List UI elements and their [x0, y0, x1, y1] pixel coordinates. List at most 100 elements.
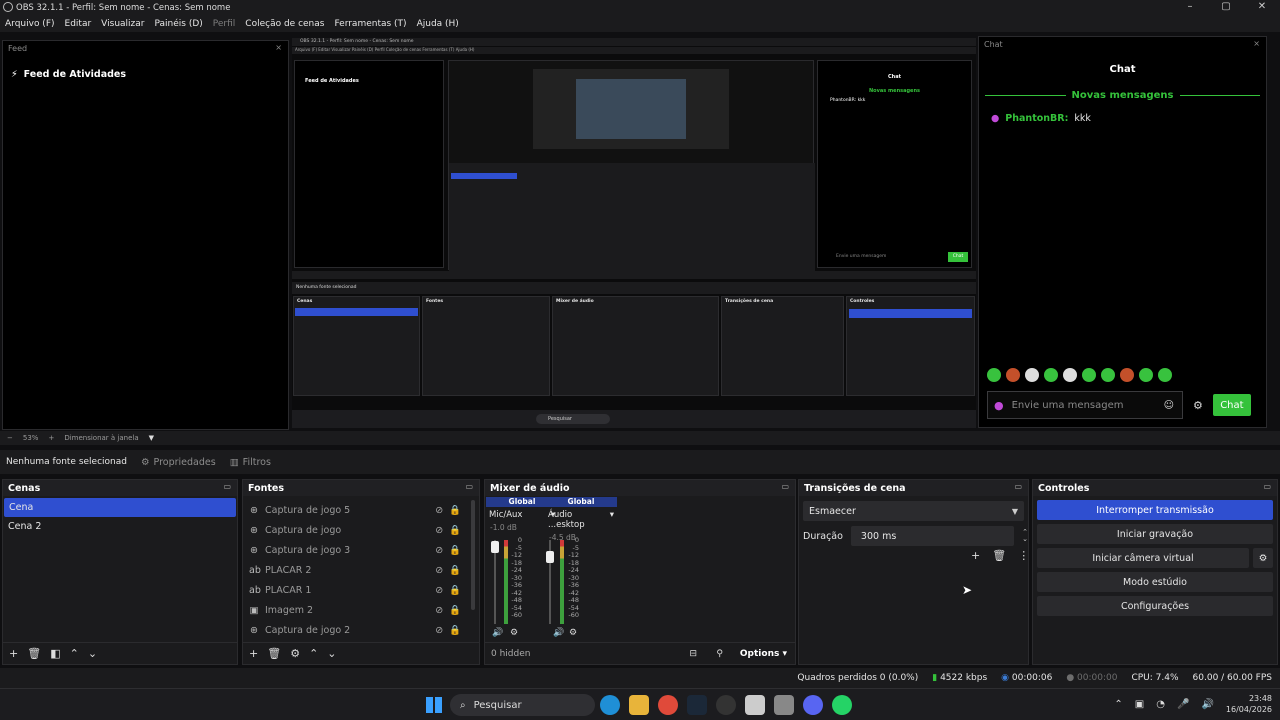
windows-start-icon[interactable]: [426, 697, 442, 713]
close-icon[interactable]: ×: [1253, 39, 1260, 48]
chevron-down-icon[interactable]: ⌄: [88, 647, 97, 660]
mic-icon[interactable]: 🎤: [1177, 699, 1189, 710]
channel-name-row[interactable]: Áudio ...esktop ▾: [545, 507, 617, 530]
duration-input[interactable]: 300 ms: [850, 526, 1015, 546]
lock-icon[interactable]: 🔒: [449, 625, 461, 636]
steam-icon[interactable]: [687, 695, 707, 715]
minimize-icon[interactable]: –: [1172, 0, 1208, 14]
speaker-icon[interactable]: 🔊: [492, 628, 503, 638]
emote-icon[interactable]: [1101, 368, 1115, 382]
close-icon[interactable]: ×: [275, 43, 282, 52]
emote-icon[interactable]: [1082, 368, 1096, 382]
gear-icon[interactable]: ⚙: [1253, 548, 1273, 568]
scene-item[interactable]: Cena 2: [3, 517, 237, 536]
settings-button[interactable]: Configurações: [1037, 596, 1273, 616]
source-item[interactable]: ⊛ Captura de jogo 3 ⊘ 🔒: [243, 540, 479, 560]
discord-icon[interactable]: [803, 695, 823, 715]
menu-tools[interactable]: Ferramentas (T): [334, 19, 406, 29]
add-icon[interactable]: +: [971, 549, 980, 562]
layout-icon[interactable]: ⊟: [689, 649, 697, 659]
filters-button[interactable]: ▥ Filtros: [230, 457, 271, 468]
menu-view[interactable]: Visualizar: [101, 19, 144, 29]
emote-icon[interactable]: [987, 368, 1001, 382]
obs-icon[interactable]: [716, 695, 736, 715]
gear-icon[interactable]: ⚙: [510, 628, 518, 638]
emote-icon[interactable]: [1025, 368, 1039, 382]
volume-icon[interactable]: 🔊: [1201, 699, 1213, 710]
zoom-mode[interactable]: Dimensionar à janela: [64, 434, 138, 442]
source-item[interactable]: ⊛ Captura de jogo 2 ⊘ 🔒: [243, 620, 479, 640]
undock-icon[interactable]: ▭: [1263, 482, 1271, 491]
visibility-off-icon[interactable]: ⊘: [435, 565, 443, 576]
lock-icon[interactable]: 🔒: [449, 525, 461, 536]
wifi-icon[interactable]: ◔: [1156, 699, 1165, 710]
gear-icon[interactable]: ⚙: [290, 647, 300, 660]
emote-icon[interactable]: [1120, 368, 1134, 382]
fader-knob[interactable]: [546, 551, 554, 563]
tray-app-icon[interactable]: ▣: [1135, 699, 1144, 710]
menu-edit[interactable]: Editar: [65, 19, 92, 29]
lock-icon[interactable]: 🔒: [449, 505, 461, 516]
gear-icon[interactable]: ⚙: [1193, 399, 1203, 412]
stop-stream-button[interactable]: Interromper transmissão: [1037, 500, 1273, 520]
clock[interactable]: 23:48 16/04/2026: [1226, 693, 1272, 715]
emote-icon[interactable]: [1063, 368, 1077, 382]
emoji-icon[interactable]: ☺: [1164, 400, 1174, 411]
menu-docks[interactable]: Painéis (D): [154, 19, 202, 29]
chat-send-button[interactable]: Chat: [1212, 394, 1251, 416]
app-icon[interactable]: [774, 695, 794, 715]
scene-item[interactable]: Cena: [4, 498, 236, 517]
chevron-up-icon[interactable]: ⌃: [70, 647, 79, 660]
explorer-icon[interactable]: [629, 695, 649, 715]
emote-icon[interactable]: [1158, 368, 1172, 382]
chevron-down-icon[interactable]: ▼: [149, 434, 154, 442]
visibility-off-icon[interactable]: ⊘: [435, 525, 443, 536]
source-item[interactable]: ⊛ Captura de jogo 5 ⊘ 🔒: [243, 500, 479, 520]
source-item[interactable]: ab PLACAR 2 ⊘ 🔒: [243, 560, 479, 580]
trash-icon[interactable]: 🗑: [267, 647, 281, 660]
caret-down-icon[interactable]: ▾: [610, 510, 614, 530]
chat-input[interactable]: ● Envie uma mensagem ☺: [987, 391, 1183, 419]
whatsapp-icon[interactable]: [832, 695, 852, 715]
properties-button[interactable]: ⚙ Propriedades: [141, 457, 216, 468]
chevron-up-icon[interactable]: ⌃: [309, 647, 318, 660]
taskbar-search[interactable]: ⌕ Pesquisar: [450, 694, 595, 716]
emote-icon[interactable]: [1139, 368, 1153, 382]
gear-icon[interactable]: ⚙: [569, 628, 577, 638]
source-item[interactable]: ⊛ Captura de jogo ⊘ 🔒: [243, 520, 479, 540]
trash-icon[interactable]: 🗑: [992, 549, 1006, 562]
program-preview[interactable]: OBS 32.1.1 - Perfil: Sem nome - Cenas: S…: [292, 38, 976, 428]
trash-icon[interactable]: 🗑: [27, 647, 41, 660]
undock-icon[interactable]: ▭: [223, 482, 231, 491]
transition-select[interactable]: Esmaecer ▼: [803, 501, 1024, 521]
menu-profile[interactable]: Perfil: [213, 19, 236, 29]
stepper-icon[interactable]: ⌃ ⌄: [1022, 529, 1028, 543]
undock-icon[interactable]: ▭: [781, 482, 789, 491]
options-button[interactable]: Options ▾: [740, 649, 787, 659]
emote-icon[interactable]: [1044, 368, 1058, 382]
speaker-icon[interactable]: 🔊: [553, 628, 564, 638]
lock-icon[interactable]: 🔒: [449, 585, 461, 596]
chevron-up-icon[interactable]: ⌃: [1114, 699, 1122, 710]
emote-icon[interactable]: [1006, 368, 1020, 382]
start-virtual-camera-button[interactable]: Iniciar câmera virtual: [1037, 548, 1249, 568]
add-icon[interactable]: +: [249, 647, 258, 660]
fader-knob[interactable]: [491, 541, 499, 553]
link-icon[interactable]: ⚲: [716, 649, 723, 659]
visibility-off-icon[interactable]: ⊘: [435, 585, 443, 596]
chrome-icon[interactable]: [658, 695, 678, 715]
start-recording-button[interactable]: Iniciar gravação: [1037, 524, 1273, 544]
undock-icon[interactable]: ▭: [1014, 482, 1022, 491]
menu-help[interactable]: Ajuda (H): [417, 19, 459, 29]
undock-icon[interactable]: ▭: [465, 482, 473, 491]
studio-mode-button[interactable]: Modo estúdio: [1037, 572, 1273, 592]
visibility-off-icon[interactable]: ⊘: [435, 545, 443, 556]
source-item[interactable]: ▣ Imagem 2 ⊘ 🔒: [243, 600, 479, 620]
menu-scene-collection[interactable]: Coleção de cenas: [245, 19, 324, 29]
source-item[interactable]: ab PLACAR 1 ⊘ 🔒: [243, 580, 479, 600]
lock-icon[interactable]: 🔒: [449, 605, 461, 616]
app-icon[interactable]: [745, 695, 765, 715]
menu-file[interactable]: Arquivo (F): [5, 19, 55, 29]
zoom-in-icon[interactable]: +: [48, 434, 54, 442]
filter-icon[interactable]: ◧: [50, 647, 60, 660]
